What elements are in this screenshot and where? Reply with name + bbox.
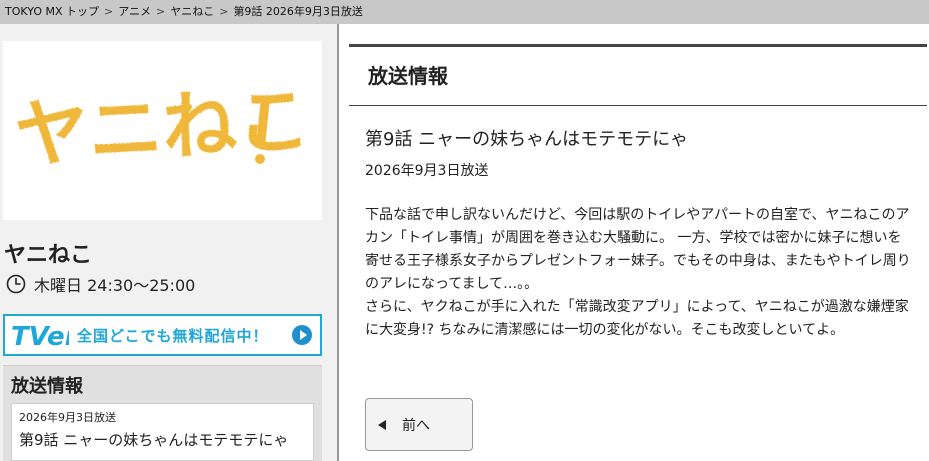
show-logo: ヤニねこ xyxy=(3,41,322,220)
show-schedule: 木曜日 24:30～25:00 xyxy=(6,273,195,295)
clock-icon xyxy=(6,274,26,294)
main-heading: 放送情報 xyxy=(349,47,927,106)
breadcrumb: TOKYO MX トップ > アニメ > ヤニねこ > 第9話 2026年9月3日放送 xyxy=(0,0,929,24)
schedule-text: 木曜日 24:30～25:00 xyxy=(34,276,196,295)
breadcrumb-current: 第9話 2026年9月3日放送 xyxy=(233,5,363,18)
sidebar-broadcast-date: 2026年9月3日放送 xyxy=(19,411,116,424)
breadcrumb-top[interactable]: TOKYO MX トップ xyxy=(5,5,99,18)
column-divider xyxy=(337,24,339,461)
breadcrumb-separator: > xyxy=(219,5,229,18)
episode-date: 2026年9月3日放送 xyxy=(365,163,489,179)
sidebar-broadcast-item[interactable]: 2026年9月3日放送 第9話 ニャーの妹ちゃんはモテモテにゃ xyxy=(11,403,314,461)
tver-logo-icon: TVer xyxy=(11,322,80,352)
svg-text:TVer: TVer xyxy=(11,322,69,352)
episode-description: 下品な話で申し訳ないんだけど、今回は駅のトイレやアパートの自室で、ヤニねこのアカ… xyxy=(365,207,911,338)
sidebar-broadcast-panel: 放送情報 2026年9月3日放送 第9話 ニャーの妹ちゃんはモテモテにゃ xyxy=(3,365,322,461)
main-content: 放送情報 第9話 ニャーの妹ちゃんはモテモテにゃ 2026年9月3日放送 下品な… xyxy=(349,44,927,461)
tver-banner[interactable]: TVer 全国どこでも無料配信中！ xyxy=(3,314,322,356)
arrow-left-icon xyxy=(378,419,386,430)
prev-button[interactable]: 前へ xyxy=(365,398,473,451)
show-logo-art: ヤニねこ xyxy=(13,77,313,178)
show-title: ヤニねこ xyxy=(4,243,93,268)
breadcrumb-show[interactable]: ヤニねこ xyxy=(170,5,214,18)
sidebar-broadcast-title: 第9話 ニャーの妹ちゃんはモテモテにゃ xyxy=(19,431,289,449)
tver-banner-text: 全国どこでも無料配信中！ xyxy=(77,326,269,345)
episode-title: 第9話 ニャーの妹ちゃんはモテモテにゃ xyxy=(365,129,689,150)
tver-logo: TVer xyxy=(5,316,80,354)
breadcrumb-separator: > xyxy=(156,5,166,18)
breadcrumb-separator: > xyxy=(104,5,114,18)
play-icon xyxy=(292,325,312,345)
left-sidebar: ヤニねこ ヤニねこ 木曜日 24:30～25:00 TVer 全国どこでも無料配… xyxy=(0,24,337,461)
sidebar-broadcast-heading: 放送情報 xyxy=(11,376,83,397)
prev-button-label: 前へ xyxy=(402,417,430,434)
breadcrumb-anime[interactable]: アニメ xyxy=(118,5,151,18)
show-logo-text: ヤニねこ xyxy=(13,77,313,178)
